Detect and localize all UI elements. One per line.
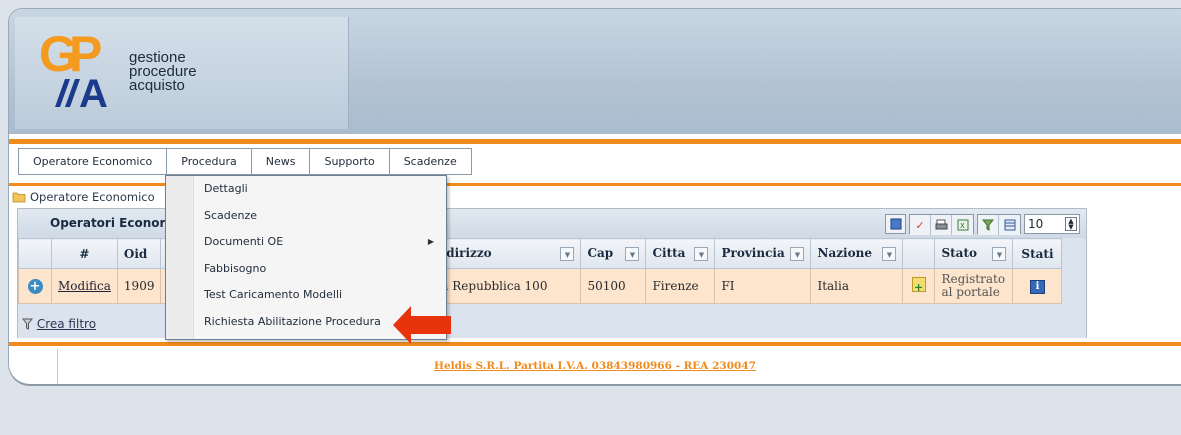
logo-text: gestione procedure acquisto [129, 50, 197, 94]
sort-dropdown-icon[interactable]: ▼ [992, 247, 1007, 261]
col-nazione-label: Nazione [817, 246, 872, 260]
toolbar-group: ✓ X [909, 214, 974, 235]
sort-dropdown-icon[interactable]: ▼ [882, 247, 897, 261]
print-icon[interactable] [931, 215, 952, 235]
header-banner: G P A gestione procedure acquisto [9, 9, 1181, 134]
col-stato[interactable]: Stato ▼ [934, 238, 1014, 269]
filter-icon[interactable] [978, 215, 999, 235]
sort-dropdown-icon[interactable]: ▼ [560, 247, 575, 261]
col-nazione[interactable]: Nazione ▼ [810, 238, 904, 269]
menu-supporto[interactable]: Supporto [310, 149, 390, 174]
rows-per-page-value: 10 [1028, 217, 1044, 231]
indirizzo-cell: la Repubblica 100 [430, 268, 582, 304]
columns-icon[interactable] [999, 215, 1020, 235]
stato-cell: Registrato al portale [934, 268, 1014, 304]
dropdown-item-dettagli[interactable]: Dettagli [166, 176, 446, 203]
action-cell: Modifica [51, 268, 118, 304]
check-icon[interactable]: ✓ [910, 215, 931, 235]
info-icon[interactable]: i [1029, 280, 1045, 294]
accent-bar-top [9, 139, 1181, 144]
col-indirizzo[interactable]: ndirizzo ▼ [430, 238, 582, 269]
breadcrumb: Operatore Economico [9, 189, 155, 205]
col-oid[interactable]: Oid [116, 238, 162, 269]
breadcrumb-item[interactable]: Operatore Economico [30, 190, 155, 204]
dropdown-item-fabbisogno[interactable]: Fabbisogno [166, 256, 446, 283]
expand-row-icon[interactable]: + [27, 278, 43, 294]
modifica-link[interactable]: Modifica [58, 279, 111, 293]
add-document-icon[interactable] [911, 277, 926, 294]
dropdown-item-scadenze[interactable]: Scadenze [166, 203, 446, 230]
sort-dropdown-icon[interactable]: ▼ [694, 247, 709, 261]
red-arrow-icon [393, 306, 451, 344]
col-citta[interactable]: Citta ▼ [645, 238, 716, 269]
col-stati: Stati [1012, 238, 1063, 269]
footer-company-link[interactable]: Heldis S.R.L. Partita I.V.A. 03843980966… [9, 360, 1181, 372]
submenu-arrow-icon: ▶ [427, 237, 434, 246]
col-provincia-label: Provincia [721, 246, 785, 260]
doc-cell [902, 268, 936, 304]
main-menu: Operatore Economico Procedura News Suppo… [18, 148, 472, 175]
select-all-icon[interactable] [885, 214, 906, 234]
svg-text:X: X [960, 222, 965, 230]
logo-line-3: acquisto [129, 77, 185, 94]
col-expand [18, 238, 52, 269]
excel-icon[interactable]: X [952, 215, 973, 235]
sort-dropdown-icon[interactable]: ▼ [625, 247, 640, 261]
col-provincia[interactable]: Provincia ▼ [714, 238, 812, 269]
dropdown-item-documenti-oe-label: Documenti OE [204, 235, 284, 248]
col-citta-label: Citta [652, 246, 686, 260]
nazione-cell: Italia [810, 268, 904, 304]
stati-cell: i [1012, 268, 1063, 304]
menu-news[interactable]: News [252, 149, 311, 174]
col-doc [902, 238, 936, 269]
dropdown-item-documenti-oe[interactable]: Documenti OE ▶ [166, 229, 446, 256]
folder-icon [12, 192, 26, 203]
menu-operatore-economico[interactable]: Operatore Economico [19, 149, 168, 174]
col-hash[interactable]: # [51, 238, 118, 269]
rows-per-page-input[interactable]: 10 ▲ ▼ [1024, 214, 1080, 234]
col-cap[interactable]: Cap ▼ [580, 238, 647, 269]
spinner-icon[interactable]: ▲ ▼ [1065, 217, 1077, 231]
citta-cell: Firenze [645, 268, 716, 304]
col-cap-label: Cap [587, 246, 614, 260]
cap-cell: 50100 [580, 268, 647, 304]
stato-line-2: al portale [941, 285, 1000, 299]
funnel-icon [21, 318, 34, 330]
svg-text:A: A [79, 72, 108, 109]
oid-cell: 1909 [116, 268, 162, 304]
accent-bar-bottom [9, 342, 1181, 346]
provincia-cell: FI [714, 268, 812, 304]
logo: G P A gestione procedure acquisto [15, 17, 349, 129]
menu-scadenze[interactable]: Scadenze [390, 149, 471, 174]
crea-filtro-link[interactable]: Crea filtro [37, 317, 96, 331]
menu-procedura[interactable]: Procedura [167, 149, 252, 174]
expand-cell: + [18, 268, 52, 304]
gpa-logo-icon: G P A [39, 29, 108, 109]
toolbar-group-2 [977, 214, 1021, 235]
sort-dropdown-icon[interactable]: ▼ [790, 247, 805, 261]
grid-toolbar: ✓ X 10 ▲ ▼ [882, 214, 1080, 235]
col-stato-label: Stato [941, 246, 977, 260]
